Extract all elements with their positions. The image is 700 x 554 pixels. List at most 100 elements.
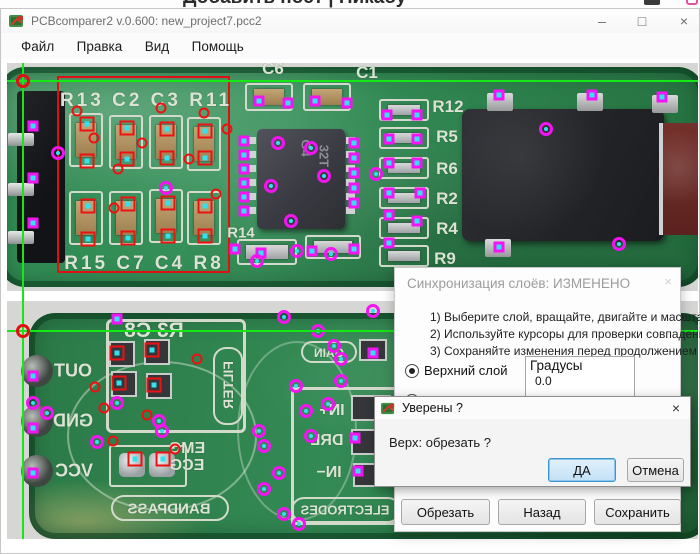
app-window: PCBcomparer2 v.0.600: new_project7.pcc2 … bbox=[0, 8, 700, 554]
detected-point-marker bbox=[184, 154, 195, 165]
detected-point-marker bbox=[384, 210, 395, 221]
crop-button[interactable]: Обрезать bbox=[401, 499, 490, 525]
detected-point-marker bbox=[353, 466, 364, 477]
detected-point-marker bbox=[155, 424, 169, 438]
confirm-dialog-close-icon[interactable]: × bbox=[672, 400, 680, 416]
silkscreen-label: OUT bbox=[54, 361, 92, 382]
menu-help[interactable]: Помощь bbox=[183, 37, 253, 56]
detected-point-marker bbox=[161, 196, 176, 211]
detected-point-marker bbox=[368, 348, 379, 359]
detected-point-marker bbox=[199, 108, 210, 119]
detected-point-marker bbox=[257, 482, 271, 496]
silkscreen-label: R15 C7 C4 R8 bbox=[64, 253, 224, 275]
menu-edit[interactable]: Правка bbox=[68, 37, 132, 56]
detected-point-marker bbox=[28, 423, 39, 434]
detected-point-marker bbox=[156, 103, 167, 114]
sync-dialog-close-icon[interactable]: × bbox=[664, 274, 672, 289]
menu-file[interactable]: Файл bbox=[12, 37, 63, 56]
detected-point-marker bbox=[317, 169, 331, 183]
degrees-value[interactable]: 0.0 bbox=[535, 374, 552, 388]
detected-point-marker bbox=[384, 238, 395, 249]
detected-point-marker bbox=[292, 517, 306, 531]
detected-point-marker bbox=[198, 229, 213, 244]
detected-point-marker bbox=[412, 216, 423, 227]
cancel-button[interactable]: Отмена bbox=[627, 458, 684, 482]
usb-pin bbox=[8, 231, 34, 244]
detected-point-marker bbox=[142, 410, 153, 421]
save-button[interactable]: Сохранить bbox=[594, 499, 681, 525]
minimize-button[interactable]: – bbox=[587, 12, 617, 30]
detected-point-marker bbox=[349, 183, 360, 194]
detected-point-marker bbox=[384, 188, 395, 199]
degrees-label: Градусы bbox=[530, 358, 583, 373]
silkscreen-label: GND bbox=[53, 411, 93, 432]
detected-point-marker bbox=[349, 138, 360, 149]
usb-pin bbox=[8, 183, 34, 196]
detected-point-marker bbox=[112, 314, 123, 325]
detected-point-marker bbox=[28, 218, 39, 229]
detected-point-marker bbox=[137, 138, 148, 149]
detected-point-marker bbox=[299, 404, 313, 418]
detected-point-marker bbox=[277, 310, 291, 324]
silkscreen-label: C6 bbox=[262, 63, 284, 79]
confirm-dialog-titlebar: Уверены ? × bbox=[375, 397, 690, 419]
background-fragment bbox=[644, 0, 660, 5]
menu-view[interactable]: Вид bbox=[136, 37, 178, 56]
detected-point-marker bbox=[160, 122, 175, 137]
instruction-line-1: 1) Выберите слой, вращайте, двигайте и м… bbox=[430, 310, 700, 324]
detected-point-marker bbox=[28, 173, 39, 184]
detected-point-marker bbox=[145, 343, 160, 358]
detected-point-marker bbox=[239, 150, 250, 161]
confirm-dialog: Уверены ? × Верх: обрезать ? ДА Отмена bbox=[374, 396, 691, 487]
detected-point-marker bbox=[384, 134, 395, 145]
silkscreen-label: 32T bbox=[317, 145, 332, 167]
confirm-message: Верх: обрезать ? bbox=[389, 435, 491, 450]
radio-top-layer[interactable] bbox=[405, 364, 419, 378]
detected-point-marker bbox=[612, 237, 626, 251]
detected-point-marker bbox=[99, 403, 110, 414]
detected-point-marker bbox=[321, 397, 335, 411]
detected-point-marker bbox=[81, 232, 96, 247]
detected-point-marker bbox=[494, 90, 505, 101]
silkscreen-label: R5 bbox=[436, 127, 458, 147]
detected-point-marker bbox=[198, 124, 213, 139]
detected-point-marker bbox=[239, 206, 250, 217]
silkscreen-label: R6 bbox=[436, 159, 458, 179]
detected-point-marker bbox=[366, 304, 380, 318]
detected-point-marker bbox=[112, 376, 127, 391]
detected-point-marker bbox=[198, 199, 213, 214]
instruction-line-2: 2) Используйте курсоры для проверки совп… bbox=[430, 327, 700, 341]
detected-point-marker bbox=[334, 352, 348, 366]
detected-point-marker bbox=[657, 92, 668, 103]
back-button[interactable]: Назад bbox=[498, 499, 586, 525]
silkscreen-label: IN− bbox=[316, 464, 341, 482]
detected-point-marker bbox=[349, 198, 360, 209]
menubar: Файл Правка Вид Помощь bbox=[1, 33, 699, 59]
detected-point-marker bbox=[121, 197, 136, 212]
detected-point-marker bbox=[349, 153, 360, 164]
detected-point-marker bbox=[277, 507, 291, 521]
detected-point-marker bbox=[222, 124, 233, 135]
yes-button[interactable]: ДА bbox=[548, 458, 616, 482]
titlebar: PCBcomparer2 v.0.600: new_project7.pcc2 … bbox=[1, 9, 699, 33]
silkscreen-label: ELECTRODES bbox=[301, 503, 390, 518]
detected-point-marker bbox=[120, 152, 135, 167]
detected-point-marker bbox=[239, 192, 250, 203]
crosshair-origin-marker-bottom bbox=[16, 324, 30, 338]
detected-point-marker bbox=[230, 244, 241, 255]
detected-point-marker bbox=[239, 164, 250, 175]
silkscreen-label: R2 bbox=[436, 189, 458, 209]
detected-point-marker bbox=[170, 444, 181, 455]
detected-point-marker bbox=[90, 382, 101, 393]
detected-point-marker bbox=[198, 151, 213, 166]
close-button[interactable]: × bbox=[669, 12, 699, 30]
detected-point-marker bbox=[28, 121, 39, 132]
top-layer-photo[interactable]: R13 C2 C3 R11R15 C7 C4 R8C6C1R12R5R6R2R4… bbox=[7, 63, 698, 291]
detected-point-marker bbox=[412, 158, 423, 169]
usb-pin bbox=[8, 133, 34, 146]
app-icon bbox=[381, 401, 396, 416]
crosshair-origin-marker-top bbox=[16, 74, 30, 88]
detected-point-marker bbox=[271, 136, 285, 150]
maximize-button[interactable]: □ bbox=[627, 12, 657, 30]
detected-point-marker bbox=[28, 468, 39, 479]
